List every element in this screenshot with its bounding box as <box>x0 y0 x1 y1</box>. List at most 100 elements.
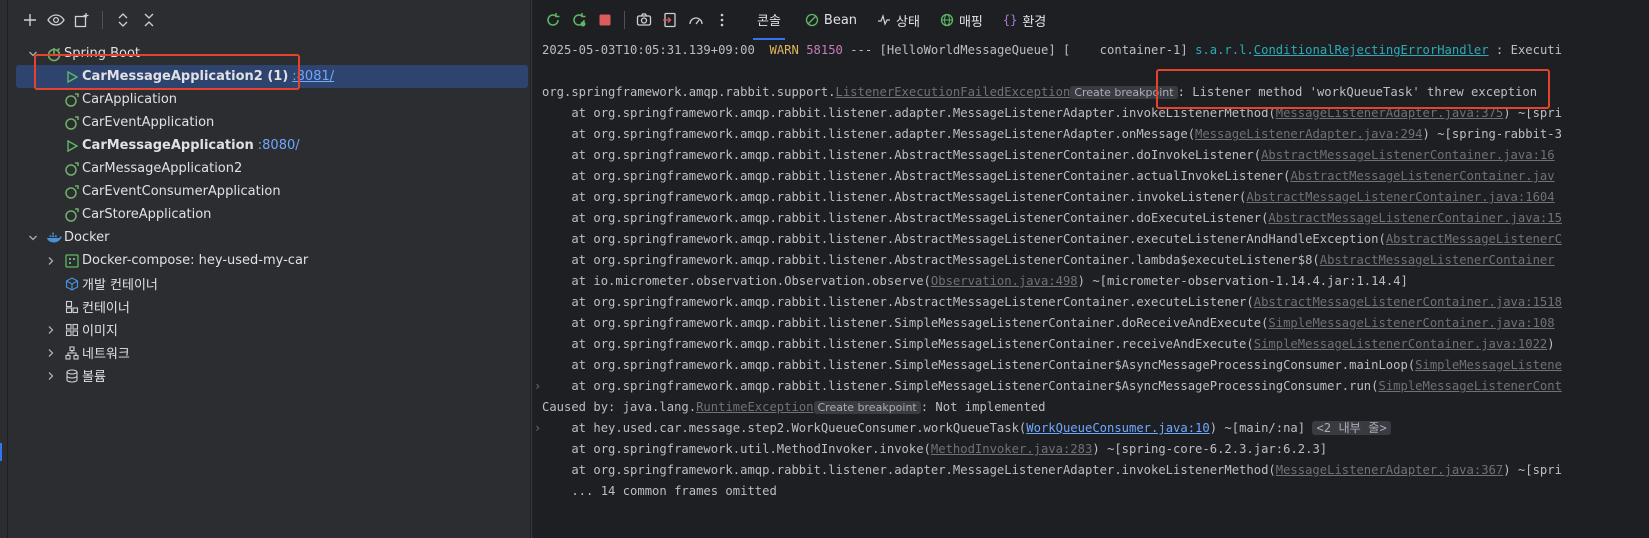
tree-item-careventapplication[interactable]: CarEventApplication <box>16 111 528 134</box>
class-link[interactable]: RuntimeException <box>696 400 813 414</box>
class-link[interactable]: ListenerExecutionFailedException <box>836 85 1071 99</box>
source-link[interactable]: SimpleMessageListenerContainer.java:1022 <box>1254 337 1548 351</box>
stack-line: ... 14 common frames omitted <box>542 484 777 498</box>
create-breakpoint-button[interactable]: Create breakpoint <box>813 401 921 414</box>
caused-by-line: Caused by: java.lang.RuntimeException Cre… <box>542 400 1046 414</box>
stack-line: at org.springframework.amqp.rabbit.liste… <box>542 463 1562 477</box>
stack-line: at org.springframework.amqp.rabbit.liste… <box>542 337 1555 351</box>
chevron-right-icon[interactable] <box>44 346 58 360</box>
tab-label: 상태 <box>896 14 920 30</box>
new-tab-icon[interactable] <box>70 8 94 32</box>
tree-label: CarMessageApplication2 <box>82 161 243 176</box>
bean-icon <box>805 13 819 27</box>
chevron-right-icon[interactable] <box>44 323 58 337</box>
tab-environment[interactable]: {} 환경 <box>1003 0 1046 40</box>
restart-icon[interactable] <box>566 8 592 32</box>
eye-icon[interactable] <box>44 8 68 32</box>
exit-icon[interactable] <box>657 8 683 32</box>
services-panel: Spring Boot CarMessageApplication2 (1):8… <box>0 0 530 538</box>
source-link[interactable]: AbstractMessageListenerContainer.java:16… <box>1246 190 1554 204</box>
tree-item-images[interactable]: 이미지 <box>16 318 528 341</box>
chevron-right-icon[interactable]: › <box>534 418 541 439</box>
collapse-all-icon[interactable] <box>137 8 161 32</box>
highlight-box <box>34 54 300 90</box>
source-link[interactable]: AbstractMessageListenerContainer.java:16 <box>1261 148 1555 162</box>
port-link[interactable]: :8080/ <box>258 138 300 153</box>
expand-all-icon[interactable] <box>111 8 135 32</box>
tree-item-careventconsumerapplication[interactable]: CarEventConsumerApplication <box>16 180 528 203</box>
stop-icon[interactable] <box>592 8 618 32</box>
highlight-box <box>1156 69 1550 109</box>
toolbar-separator <box>102 11 103 29</box>
stack-line: at org.springframework.util.MethodInvoke… <box>542 442 1328 456</box>
images-icon <box>64 322 80 338</box>
stack-line: at org.springframework.amqp.rabbit.liste… <box>542 190 1555 204</box>
tree-item-dev-container[interactable]: 개발 컨테이너 <box>16 272 528 295</box>
tree-label: 이미지 <box>82 324 118 339</box>
toolbar-separator <box>624 11 625 29</box>
tree-item-carmessageapplication2[interactable]: CarMessageApplication2 <box>16 157 528 180</box>
network-icon <box>64 345 80 361</box>
source-link[interactable]: MethodInvoker.java:283 <box>931 442 1092 456</box>
stack-line: at org.springframework.amqp.rabbit.liste… <box>542 169 1555 183</box>
camera-icon[interactable] <box>631 8 657 32</box>
source-link[interactable]: MessageListenerAdapter.java:367 <box>1276 463 1503 477</box>
rerun-icon[interactable] <box>540 8 566 32</box>
chevron-right-icon[interactable]: › <box>534 376 541 397</box>
tab-mapping[interactable]: 매핑 <box>940 0 983 40</box>
tree-item-carstoreapplication[interactable]: CarStoreApplication <box>16 203 528 226</box>
chevron-right-icon[interactable] <box>44 254 58 268</box>
tab-state[interactable]: 상태 <box>877 0 920 40</box>
containers-icon <box>64 299 80 315</box>
tree-item-networks[interactable]: 네트워크 <box>16 341 528 364</box>
stack-line: at org.springframework.amqp.rabbit.liste… <box>542 148 1555 162</box>
run-console-panel: 콘솔 Bean 상태 매핑 {} 환경 2025-05-03T10:05:31.… <box>531 0 1649 538</box>
chevron-right-icon[interactable] <box>44 369 58 383</box>
source-link[interactable]: SimpleMessageListenerContainer.java:108 <box>1268 316 1554 330</box>
folded-lines-badge[interactable]: <2 내부 줄> <box>1312 421 1391 435</box>
class-link[interactable]: ConditionalRejectingErrorHandler <box>1254 43 1489 57</box>
tree-item-docker-compose[interactable]: Docker-compose: hey-used-my-car <box>16 249 528 272</box>
tab-label: Bean <box>823 12 858 28</box>
docker-icon <box>46 230 62 246</box>
source-link[interactable]: AbstractMessageListenerC <box>1386 232 1562 246</box>
chevron-down-icon[interactable] <box>26 231 40 245</box>
tab-label: 매핑 <box>958 14 983 30</box>
source-link[interactable]: SimpleMessageListenerCont <box>1378 379 1561 393</box>
gauge-icon[interactable] <box>683 8 709 32</box>
gutter-marker <box>0 443 2 461</box>
source-link[interactable]: Observation.java:498 <box>931 274 1078 288</box>
plus-icon[interactable] <box>18 8 42 32</box>
tree-label: 볼륨 <box>82 370 106 385</box>
tree-label: CarEventConsumerApplication <box>82 184 281 199</box>
stack-line: at org.springframework.amqp.rabbit.liste… <box>542 379 1562 393</box>
tab-console[interactable]: 콘솔 <box>753 0 785 40</box>
tree-label: Docker <box>64 230 110 245</box>
tree-label: Docker-compose: hey-used-my-car <box>82 253 309 268</box>
source-link[interactable]: SimpleMessageListene <box>1415 358 1562 372</box>
source-link[interactable]: WorkQueueConsumer.java:10 <box>1026 421 1209 435</box>
tree-item-carapplication[interactable]: CarApplication <box>16 88 528 111</box>
source-link[interactable]: AbstractMessageListenerContainer <box>1320 253 1555 267</box>
stack-line: at org.springframework.amqp.rabbit.liste… <box>542 127 1562 141</box>
spring-app-icon <box>64 115 80 131</box>
source-link[interactable]: MessageListenerAdapter.java:294 <box>1195 127 1422 141</box>
stack-line: at org.springframework.amqp.rabbit.liste… <box>542 295 1562 309</box>
tree-item-containers[interactable]: 컨테이너 <box>16 295 528 318</box>
pulse-icon <box>877 13 891 27</box>
tree-group-docker[interactable]: Docker <box>16 226 528 249</box>
tree-label: CarMessageApplication:8080/ <box>82 138 300 153</box>
source-link[interactable]: AbstractMessageListenerContainer.java:15… <box>1254 295 1562 309</box>
tab-bean[interactable]: Bean <box>805 0 857 40</box>
log-line: 2025-05-03T10:05:31.139+09:00 WARN 58150… <box>542 43 1562 57</box>
services-toolbar <box>8 0 530 40</box>
tree-label: 개발 컨테이너 <box>82 278 158 293</box>
tree-item-volumes[interactable]: 볼륨 <box>16 364 528 387</box>
tree-item-carmessageapplication[interactable]: CarMessageApplication:8080/ <box>16 134 528 157</box>
braces-icon: {} <box>1002 13 1018 27</box>
cube-icon <box>64 276 80 292</box>
source-link[interactable]: AbstractMessageListenerContainer.jav <box>1290 169 1554 183</box>
more-icon[interactable] <box>709 8 735 32</box>
source-link[interactable]: AbstractMessageListenerContainer.java:15 <box>1268 211 1562 225</box>
console-output[interactable]: 2025-05-03T10:05:31.139+09:00 WARN 58150… <box>532 40 1649 538</box>
